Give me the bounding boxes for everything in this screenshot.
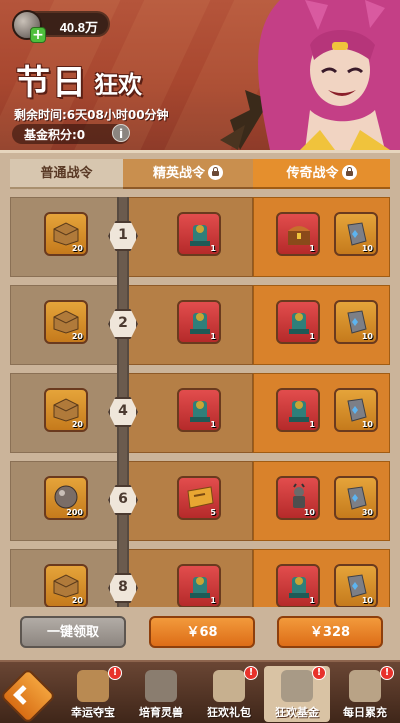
nav-label: 狂欢礼包: [207, 706, 251, 719]
event-title-sub: 狂欢: [94, 71, 142, 99]
countdown-text: 剩余时间:6天08小时00分钟: [14, 108, 169, 122]
alert-badge: !: [108, 666, 122, 680]
nav-label: 狂欢基金: [275, 706, 319, 719]
event-title-main: 节日: [16, 63, 88, 103]
nav-lucky-treasure[interactable]: ! 幸运夺宝: [60, 666, 126, 722]
tab-label: 传奇战令: [286, 166, 339, 181]
currency-amount: 40.8万: [59, 20, 98, 35]
level-number: 8: [118, 579, 128, 595]
event-header: + 40.8万 节日 狂欢 剩余时间:6天08小时00分钟 基金积分:0 i: [0, 0, 400, 150]
add-currency-icon[interactable]: +: [30, 27, 46, 43]
buy-elite-pass-button[interactable]: ￥68: [149, 616, 255, 648]
alert-badge: !: [244, 666, 258, 680]
gift-icon: [213, 670, 245, 702]
level-marker-wrap: 4: [10, 373, 390, 453]
battle-pass-panel: 普通战令 精英战令 传奇战令 20 1 1 10 20 1 1 10 20 1 …: [0, 150, 400, 660]
chart-icon: [281, 670, 313, 702]
level-marker-wrap: 2: [10, 285, 390, 365]
bottom-nav: ! 幸运夺宝 培育灵兽 ! 狂欢礼包 ! 狂欢基金 ! 每日累充: [0, 660, 400, 723]
fund-points-text: 基金积分:0: [24, 128, 86, 142]
claim-all-button[interactable]: 一键领取: [20, 616, 126, 648]
tab-label: 精英战令: [152, 166, 205, 181]
buy-legend-pass-button[interactable]: ￥328: [277, 616, 383, 648]
tab-label: 普通战令: [40, 166, 93, 181]
nav-cultivate-beast[interactable]: 培育灵兽: [128, 666, 194, 722]
lock-icon: [208, 165, 223, 180]
level-marker-wrap: 1: [10, 197, 390, 277]
level-number: 2: [118, 315, 128, 331]
pass-tabs: 普通战令 精英战令 传奇战令: [10, 159, 390, 189]
action-bar: 一键领取 ￥68 ￥328: [0, 610, 400, 660]
lock-icon: [341, 165, 357, 180]
level-marker-wrap: 6: [10, 461, 390, 541]
money-bag-icon: [349, 670, 381, 702]
nav-carnival-gift[interactable]: ! 狂欢礼包: [196, 666, 262, 722]
nav-label: 幸运夺宝: [71, 706, 115, 719]
reward-list[interactable]: 20 1 1 10 20 1 1 10 20 1 1 10 200 5 10 3…: [10, 197, 390, 607]
tab-normal-pass[interactable]: 普通战令: [10, 159, 123, 189]
alert-badge: !: [312, 666, 326, 680]
level-marker-wrap: 8: [10, 549, 390, 607]
fox-girl-character-illustration: [220, 0, 400, 150]
nav-label: 每日累充: [343, 706, 387, 719]
nav-daily-recharge[interactable]: ! 每日累充: [332, 666, 398, 722]
tab-legend-pass[interactable]: 传奇战令: [253, 159, 390, 189]
tab-elite-pass[interactable]: 精英战令: [123, 159, 253, 189]
treasure-icon: [77, 670, 109, 702]
level-number: 1: [118, 227, 128, 243]
level-number: 4: [118, 403, 128, 419]
currency-display[interactable]: + 40.8万: [12, 10, 110, 43]
nav-label: 培育灵兽: [139, 706, 183, 719]
alert-badge: !: [380, 666, 394, 680]
info-icon[interactable]: i: [112, 124, 130, 142]
level-number: 6: [118, 491, 128, 507]
nav-carnival-fund[interactable]: ! 狂欢基金: [264, 666, 330, 722]
beast-icon: [145, 670, 177, 702]
